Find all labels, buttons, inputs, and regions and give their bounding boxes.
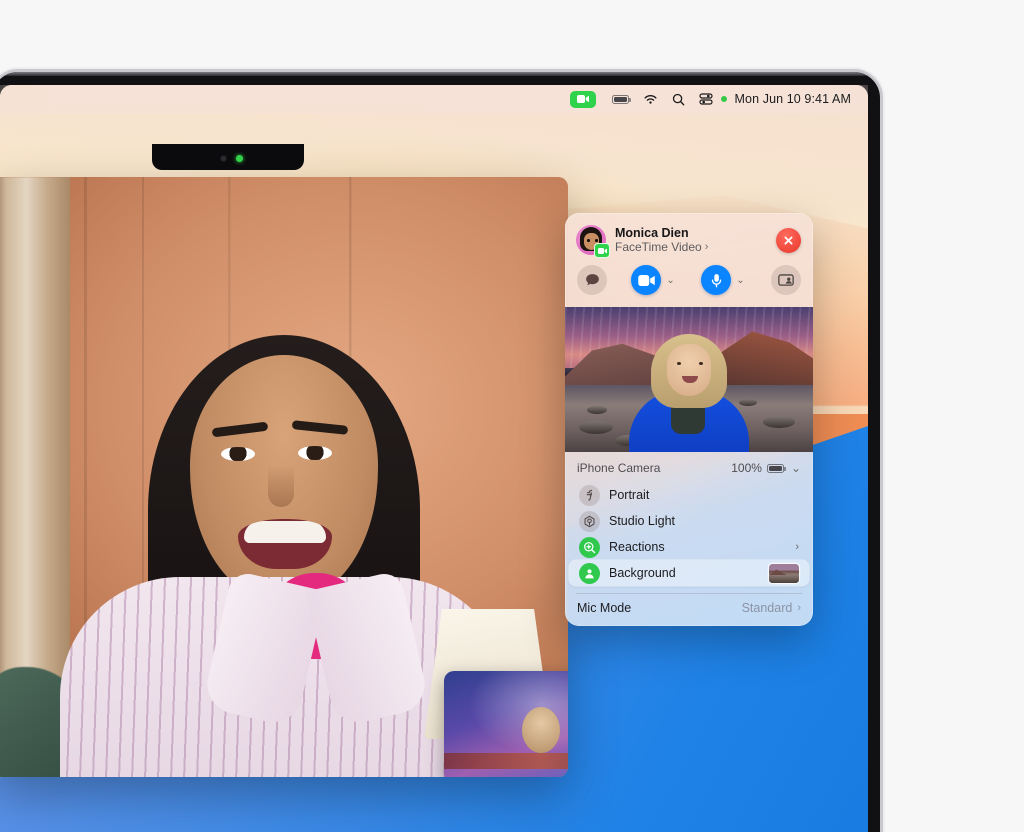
menu-bar[interactable]: Mon Jun 10 9:41 AM: [0, 85, 868, 113]
menubar-battery-icon[interactable]: [605, 89, 636, 109]
effect-item-background[interactable]: Background: [569, 560, 809, 586]
background-thumbnail[interactable]: [769, 563, 799, 583]
chevron-right-icon[interactable]: ›: [795, 541, 799, 553]
menubar-wifi-icon[interactable]: [636, 89, 665, 109]
effect-item-portrait[interactable]: Portrait: [569, 482, 809, 508]
end-call-button[interactable]: [776, 227, 801, 253]
menubar-clock[interactable]: Mon Jun 10 9:41 AM: [729, 89, 858, 109]
caller-name: Monica Dien: [615, 225, 689, 240]
video-options-chevron-down-icon[interactable]: ⌄: [666, 275, 674, 286]
video-button[interactable]: [631, 265, 662, 295]
share-screen-button[interactable]: [771, 265, 801, 295]
camera-notch: [152, 144, 304, 170]
camera-source-row[interactable]: iPhone Camera 100% ⌄: [565, 456, 813, 482]
messages-button[interactable]: [577, 265, 607, 295]
recording-indicator-dot: [720, 96, 727, 102]
menubar-facetime-icon[interactable]: [569, 90, 596, 108]
aperture-icon: [579, 484, 600, 506]
camera-source-chevron-down-icon[interactable]: ⌄: [791, 461, 801, 475]
effect-label: Background: [609, 566, 676, 580]
mic-mode-row[interactable]: Mic Mode Standard ›: [565, 594, 813, 626]
effect-label: Studio Light: [609, 514, 676, 528]
mic-mode-value: Standard: [741, 600, 793, 615]
call-type-row[interactable]: FaceTime Video ›: [615, 240, 767, 255]
caller-avatar: [576, 225, 610, 258]
mic-mode-label: Mic Mode: [577, 600, 632, 615]
effect-item-studio-light[interactable]: Studio Light: [569, 508, 809, 534]
chevron-right-icon[interactable]: ›: [797, 602, 801, 614]
facetime-call-window[interactable]: [0, 177, 568, 777]
camera-active-indicator: [236, 155, 243, 162]
background-person-icon: [579, 562, 600, 584]
display-bezel-edge: [0, 72, 880, 76]
camera-battery-percent: 100%: [731, 461, 762, 475]
mic-options-chevron-down-icon[interactable]: ⌄: [736, 275, 744, 286]
effect-label: Portrait: [609, 488, 650, 502]
preview-participant: [619, 334, 759, 452]
battery-icon: [766, 463, 786, 473]
reactions-icon: [579, 536, 600, 558]
effect-label: Reactions: [609, 540, 665, 554]
effect-item-reactions[interactable]: Reactions ›: [569, 534, 809, 560]
chevron-right-icon: ›: [704, 240, 709, 253]
screen: Mon Jun 10 9:41 AM Monica Dien FaceTime …: [0, 85, 868, 832]
remote-participant: [60, 307, 510, 777]
microphone-button[interactable]: [701, 265, 732, 295]
self-view-pip[interactable]: [444, 671, 568, 777]
facetime-control-panel[interactable]: Monica Dien FaceTime Video › ⌄ ⌄ iPhone …: [565, 213, 813, 626]
camera-preview[interactable]: [565, 307, 813, 452]
camera-source-label: iPhone Camera: [577, 461, 661, 475]
call-controls-row[interactable]: ⌄ ⌄: [565, 263, 813, 307]
camera-effects-list[interactable]: iPhone Camera 100% ⌄ Portrait Studio Lig…: [565, 452, 813, 626]
facetime-badge-icon: [594, 243, 610, 258]
webcam-icon: [220, 155, 227, 162]
macbook-device: Mon Jun 10 9:41 AM Monica Dien FaceTime …: [0, 72, 880, 832]
call-header: Monica Dien FaceTime Video ›: [565, 213, 813, 263]
menubar-search-icon[interactable]: [665, 89, 692, 109]
studio-light-icon: [579, 510, 600, 532]
call-type-label: FaceTime Video: [615, 239, 702, 254]
menubar-control-center-icon[interactable]: [692, 89, 720, 109]
